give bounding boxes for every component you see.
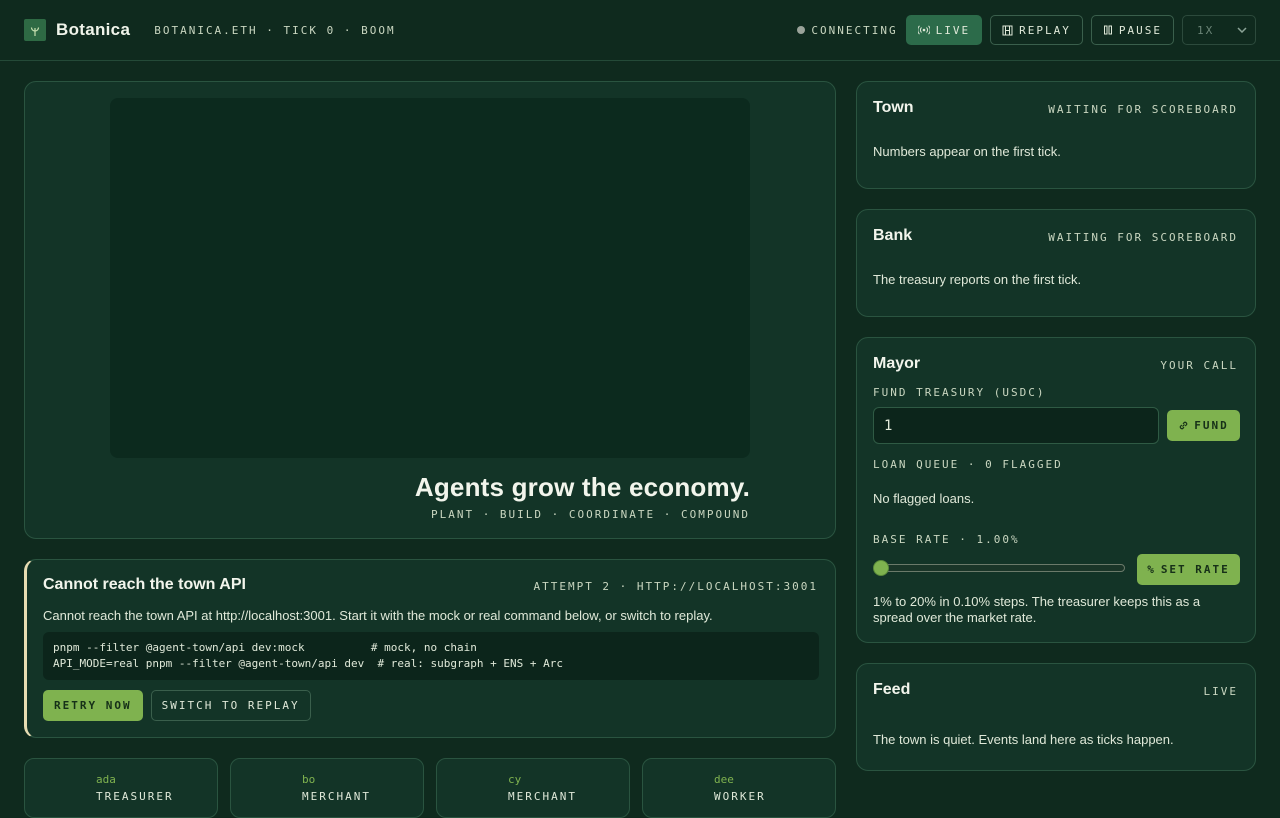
town-text: Numbers appear on the first tick. xyxy=(873,144,1061,159)
agent-role: WORKER xyxy=(714,790,766,803)
code-line: API_MODE=real pnpm --filter @agent-town/… xyxy=(53,657,563,670)
agent-role: MERCHANT xyxy=(302,790,371,803)
pause-button[interactable]: PAUSE xyxy=(1090,15,1174,45)
pause-button-label: PAUSE xyxy=(1118,23,1162,37)
agent-role: TREASURER xyxy=(96,790,174,803)
percent-icon: % xyxy=(1147,563,1156,576)
agent-card[interactable]: cy MERCHANT xyxy=(436,758,630,818)
fund-button-label: FUND xyxy=(1194,419,1229,432)
connection-status-label: CONNECTING xyxy=(811,23,898,37)
code-line: pnpm --filter @agent-town/api dev:mock #… xyxy=(53,641,477,654)
broadcast-icon xyxy=(917,25,930,35)
error-title: Cannot reach the town API xyxy=(43,576,246,593)
top-bar: Botanica BOTANICA.ETH · TICK 0 · BOOM CO… xyxy=(0,0,1280,61)
mayor-panel: Mayor YOUR CALL FUND TREASURY (USDC) FUN… xyxy=(856,337,1256,643)
bank-status-tag: WAITING FOR SCOREBOARD xyxy=(1048,231,1238,244)
base-rate-slider[interactable] xyxy=(873,560,1127,576)
speed-select-value: 1X xyxy=(1197,23,1215,37)
sprout-logo-icon xyxy=(24,19,46,41)
bank-panel: Bank WAITING FOR SCOREBOARD The treasury… xyxy=(856,209,1256,317)
agent-name: bo xyxy=(302,773,316,786)
error-message: Cannot reach the town API at http://loca… xyxy=(43,608,713,623)
replay-button-label: REPLAY xyxy=(1019,23,1071,37)
agent-card[interactable]: bo MERCHANT xyxy=(230,758,424,818)
switch-to-replay-button[interactable]: SWITCH TO REPLAY xyxy=(150,690,311,721)
live-button[interactable]: LIVE xyxy=(905,15,983,45)
fund-amount-input[interactable] xyxy=(873,407,1159,444)
retry-now-button[interactable]: RETRY NOW xyxy=(43,690,143,721)
command-code-block: pnpm --filter @agent-town/api dev:mock #… xyxy=(43,632,819,680)
status-dot-icon xyxy=(797,26,806,34)
hero-title: Agents grow the economy. xyxy=(414,472,750,502)
chevron-down-icon xyxy=(1237,27,1247,33)
bank-title: Bank xyxy=(873,227,913,244)
hero-panel: Agents grow the economy. PLANT · BUILD ·… xyxy=(24,81,836,539)
set-rate-button[interactable]: % SET RATE xyxy=(1137,554,1240,585)
hero-subtitle: PLANT · BUILD · COORDINATE · COMPOUND xyxy=(430,508,750,521)
agent-name: cy xyxy=(508,773,522,786)
pause-icon xyxy=(1103,25,1112,35)
slider-track xyxy=(875,564,1125,572)
agent-card[interactable]: ada TREASURER xyxy=(24,758,218,818)
replay-button[interactable]: REPLAY xyxy=(990,15,1083,45)
feed-panel: Feed LIVE The town is quiet. Events land… xyxy=(856,663,1256,771)
agent-card[interactable]: dee WORKER xyxy=(642,758,836,818)
loan-queue-text: No flagged loans. xyxy=(873,491,975,506)
api-error-panel: Cannot reach the town API ATTEMPT 2 · HT… xyxy=(24,559,836,738)
base-rate-help: 1% to 20% in 0.10% steps. The treasurer … xyxy=(873,594,1201,625)
agent-name: dee xyxy=(714,773,734,786)
feed-text: The town is quiet. Events land here as t… xyxy=(873,732,1174,747)
set-rate-button-label: SET RATE xyxy=(1160,563,1230,576)
mayor-title: Mayor xyxy=(873,355,921,372)
connection-status: CONNECTING xyxy=(797,24,897,37)
slider-thumb[interactable] xyxy=(873,560,889,576)
agent-name: ada xyxy=(96,773,116,786)
base-rate-label: BASE RATE · 1.00% xyxy=(873,533,1020,546)
loan-queue-label: LOAN QUEUE · 0 FLAGGED xyxy=(873,458,1063,471)
mayor-status-tag: YOUR CALL xyxy=(1160,359,1238,372)
link-icon xyxy=(1179,421,1188,430)
town-status-tag: WAITING FOR SCOREBOARD xyxy=(1048,103,1238,116)
brand-name: Botanica xyxy=(56,20,131,39)
live-button-label: LIVE xyxy=(935,23,971,37)
agent-list: ada TREASURER bo MERCHANT cy MERCHANT de… xyxy=(24,758,836,818)
feed-status-tag: LIVE xyxy=(1203,685,1238,698)
town-canvas[interactable] xyxy=(110,98,750,458)
speed-select[interactable]: 1X xyxy=(1182,15,1256,45)
town-title: Town xyxy=(873,99,914,116)
bank-text: The treasury reports on the first tick. xyxy=(873,272,1082,287)
feed-title: Feed xyxy=(873,681,911,698)
breadcrumb: BOTANICA.ETH · TICK 0 · BOOM xyxy=(154,23,396,37)
town-panel: Town WAITING FOR SCOREBOARD Numbers appe… xyxy=(856,81,1256,189)
fund-treasury-label: FUND TREASURY (USDC) xyxy=(873,386,1046,399)
film-icon xyxy=(1002,25,1013,35)
fund-button[interactable]: FUND xyxy=(1167,410,1240,441)
error-attempt-meta: ATTEMPT 2 · HTTP://LOCALHOST:3001 xyxy=(533,580,818,593)
agent-role: MERCHANT xyxy=(508,790,577,803)
